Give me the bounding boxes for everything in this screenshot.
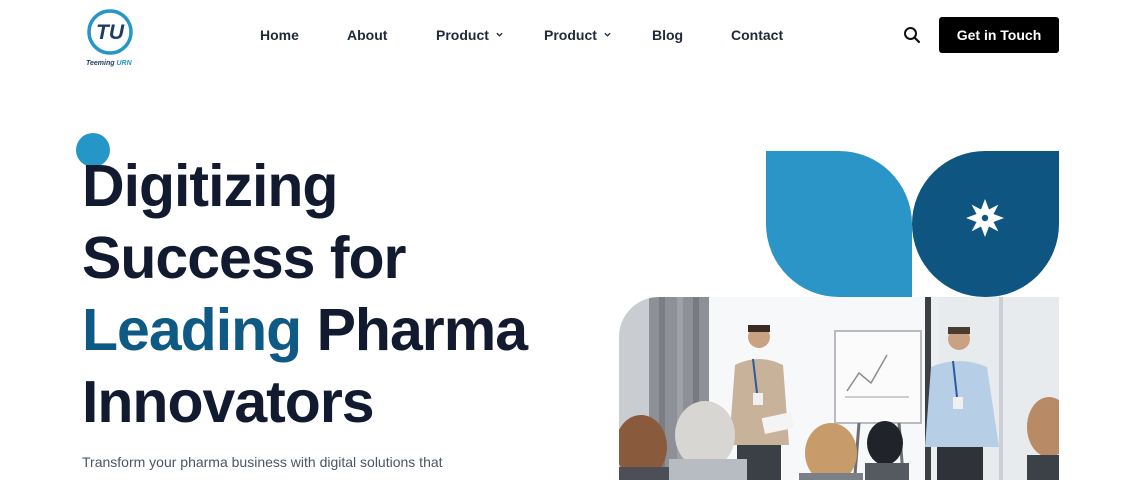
- brand-logo[interactable]: TU Teeming URN: [86, 8, 136, 67]
- nav-home[interactable]: Home: [260, 26, 299, 44]
- logo-text: Teeming URN: [86, 60, 132, 67]
- hero-subtitle: Transform your pharma business with digi…: [82, 454, 443, 470]
- decorative-leaf-shape: [766, 151, 912, 297]
- hero-title-line-4: Innovators: [82, 369, 375, 435]
- hero-title-line-3: Leading Pharma: [82, 297, 528, 363]
- logo-letters: TU: [96, 21, 125, 44]
- hero-title: Digitizing Success for Leading Pharma In…: [82, 150, 602, 438]
- nav-product-2[interactable]: Product: [544, 26, 611, 44]
- hero-title-line-1: Digitizing: [82, 153, 338, 219]
- star-icon: [966, 199, 1004, 237]
- chevron-down-icon: [496, 32, 503, 37]
- nav-contact[interactable]: Contact: [731, 26, 783, 44]
- search-icon[interactable]: [902, 25, 922, 45]
- logo-mark-icon: TU: [87, 9, 133, 55]
- get-in-touch-button[interactable]: Get in Touch: [939, 17, 1059, 53]
- hero-title-line-2: Success for: [82, 225, 407, 291]
- nav-product[interactable]: Product: [436, 26, 503, 44]
- nav-blog[interactable]: Blog: [652, 26, 683, 44]
- hero-title-highlight: Leading: [82, 297, 302, 363]
- presentation-meeting-photo: [619, 297, 1059, 480]
- chevron-down-icon: [604, 32, 611, 37]
- nav-about[interactable]: About: [347, 26, 387, 44]
